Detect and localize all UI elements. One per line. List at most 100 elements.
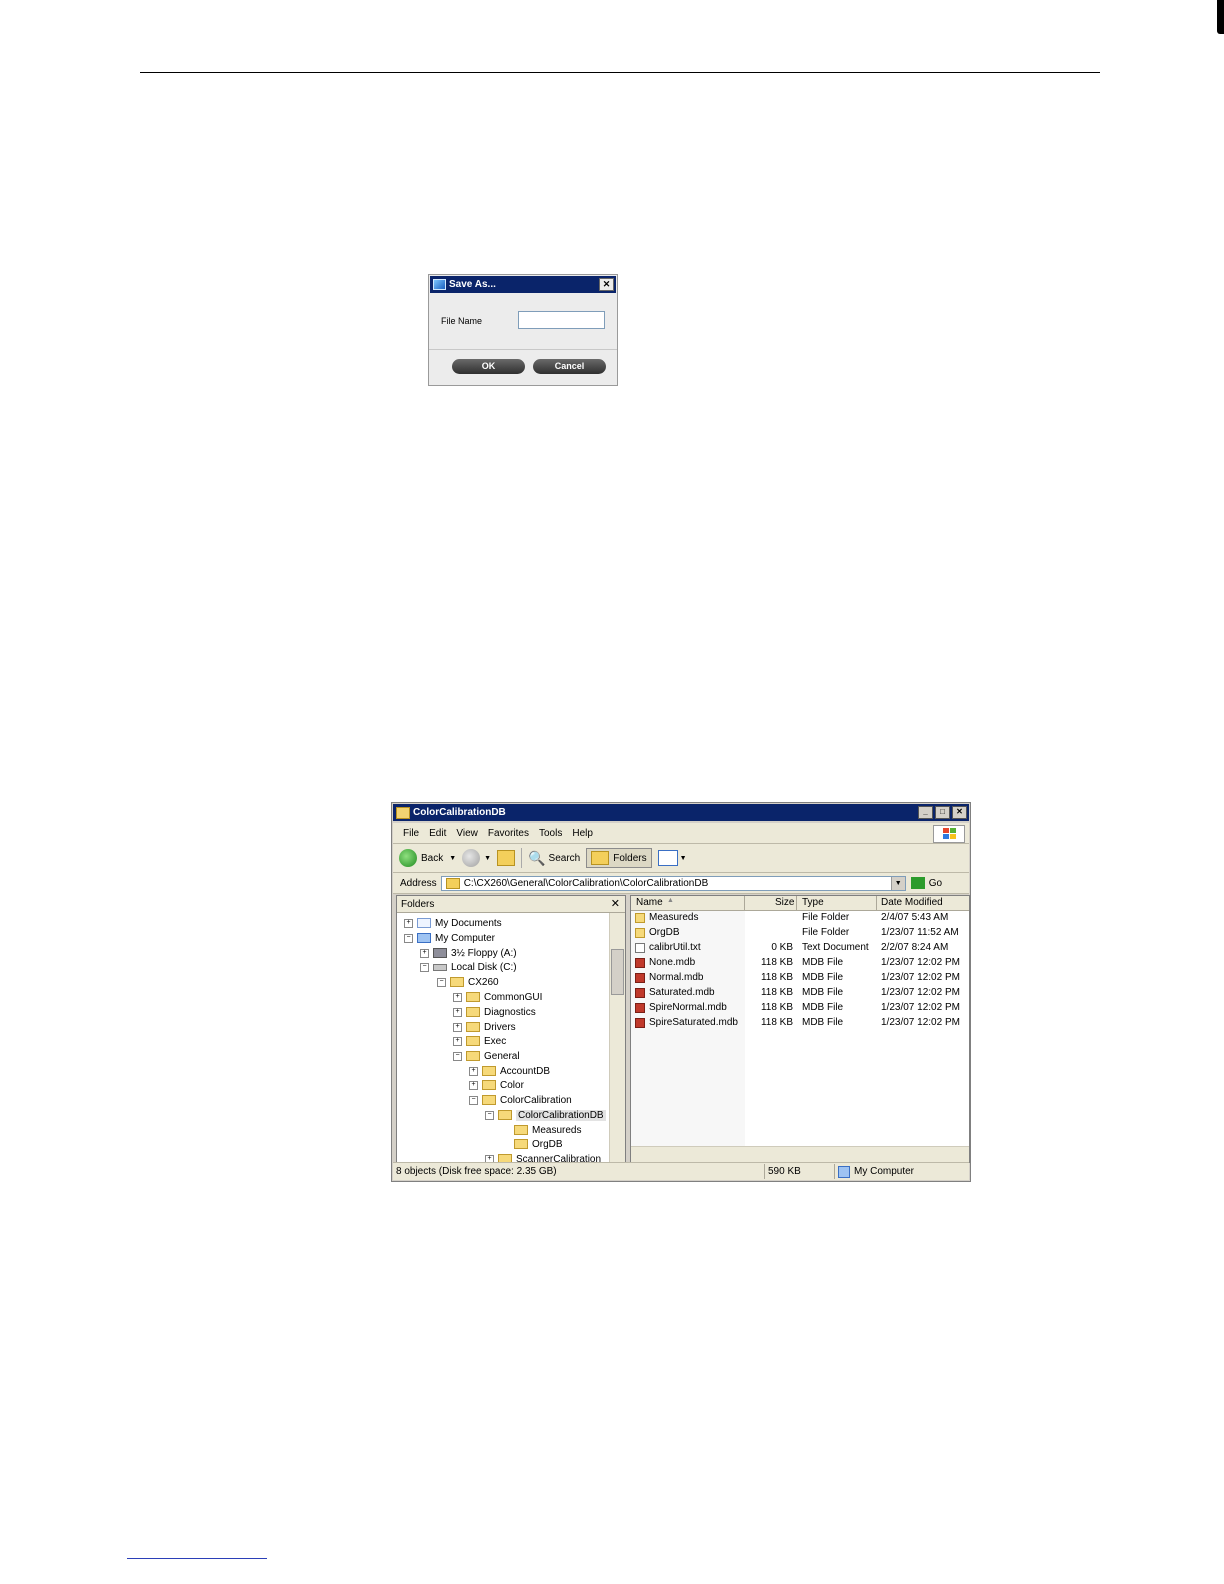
dialog-title-bar: Save As... ✕ <box>430 276 616 293</box>
up-folder-icon <box>497 850 516 866</box>
cancel-button[interactable]: Cancel <box>533 359 606 374</box>
status-location-label: My Computer <box>854 1166 915 1177</box>
file-name-label: File Name <box>441 316 483 326</box>
column-divider[interactable] <box>876 896 877 910</box>
address-input[interactable]: C:\CX260\General\ColorCalibration\ColorC… <box>440 875 906 891</box>
expander-icon[interactable]: + <box>453 1036 462 1046</box>
file-row[interactable]: Normal.mdb 118 KB MDB File 1/23/07 12:02 PM <box>631 971 969 985</box>
footer-rule <box>127 1558 267 1559</box>
close-icon[interactable]: ✕ <box>599 278 614 291</box>
menu-tools[interactable]: Tools <box>539 828 562 839</box>
expander-icon[interactable]: − <box>420 962 429 972</box>
file-row[interactable]: Measureds File Folder 2/4/07 5:43 AM <box>631 911 969 925</box>
close-icon[interactable]: ✕ <box>611 897 620 910</box>
column-divider[interactable] <box>796 896 797 910</box>
page-edge-marker <box>1217 0 1224 34</box>
expander-icon[interactable]: − <box>404 933 413 943</box>
views-button[interactable]: ▼ <box>657 850 687 866</box>
search-button[interactable]: 🔍 Search <box>528 850 580 867</box>
chevron-down-icon[interactable]: ▼ <box>484 855 491 862</box>
expander-icon[interactable]: − <box>453 1051 462 1061</box>
expander-icon[interactable]: − <box>469 1095 478 1105</box>
dialog-title: Save As... <box>449 279 496 290</box>
file-type: File Folder <box>802 927 850 938</box>
folders-button[interactable]: Folders <box>586 848 652 868</box>
tree-node[interactable]: + Diagnostics <box>453 1005 536 1019</box>
tree-node[interactable]: + Drivers <box>453 1020 516 1034</box>
tree-node[interactable]: − CX260 <box>437 975 499 989</box>
file-row[interactable]: calibrUtil.txt 0 KB Text Document 2/2/07 8:… <box>631 941 969 955</box>
menu-edit[interactable]: Edit <box>429 828 446 839</box>
mdb-file-icon <box>635 1018 645 1028</box>
file-type: Text Document <box>802 942 869 953</box>
file-name: calibrUtil.txt <box>649 942 701 953</box>
column-size[interactable]: Size <box>775 897 794 908</box>
go-button[interactable]: Go <box>910 877 942 889</box>
column-divider[interactable] <box>744 896 745 910</box>
ok-button[interactable]: OK <box>452 359 525 374</box>
explorer-window: ColorCalibrationDB _ □ ✕ File Edit View … <box>391 802 971 1182</box>
tree-node[interactable]: + Color <box>469 1078 524 1092</box>
file-name-input[interactable] <box>518 311 605 329</box>
column-type[interactable]: Type <box>802 897 824 908</box>
expander-icon[interactable]: + <box>453 992 462 1002</box>
tree-node[interactable]: − ColorCalibration <box>469 1093 572 1107</box>
file-row[interactable]: None.mdb 118 KB MDB File 1/23/07 12:02 PM <box>631 956 969 970</box>
tree-node[interactable]: − Local Disk (C:) <box>420 960 517 974</box>
expander-icon[interactable]: + <box>420 948 429 958</box>
file-list: Name ▲ Size Type Date Modified Measureds… <box>630 895 970 1163</box>
folder-icon <box>635 928 645 938</box>
menu-file[interactable]: File <box>403 828 419 839</box>
back-button[interactable]: Back ▼ <box>399 849 456 867</box>
folder-icon <box>514 1125 528 1135</box>
tree-scrollbar[interactable] <box>609 913 625 1162</box>
search-label: Search <box>548 852 581 864</box>
expander-icon[interactable]: + <box>469 1066 478 1076</box>
tree-node[interactable]: − My Computer <box>404 931 495 945</box>
list-horizontal-scrollbar[interactable] <box>631 1146 969 1162</box>
file-row[interactable]: SpireNormal.mdb 118 KB MDB File 1/23/07 12:… <box>631 1001 969 1015</box>
menu-favorites[interactable]: Favorites <box>488 828 529 839</box>
file-date: 1/23/07 12:02 PM <box>881 972 960 983</box>
file-type: MDB File <box>802 957 844 968</box>
expander-icon[interactable]: + <box>404 918 413 928</box>
chevron-down-icon[interactable]: ▼ <box>890 876 905 890</box>
tree-node[interactable]: OrgDB <box>514 1137 563 1151</box>
expander-icon[interactable]: + <box>453 1007 462 1017</box>
column-name[interactable]: Name <box>636 897 663 908</box>
folder-icon <box>482 1080 496 1090</box>
menu-help[interactable]: Help <box>572 828 593 839</box>
close-icon[interactable]: ✕ <box>952 806 967 819</box>
tree-node[interactable]: +3½ Floppy (A:) <box>420 946 517 960</box>
minimize-icon[interactable]: _ <box>918 806 933 819</box>
tree-node-label: Exec <box>484 1035 507 1047</box>
tree-node[interactable]: Measureds <box>514 1123 581 1137</box>
tree-node[interactable]: + AccountDB <box>469 1064 550 1078</box>
column-date-modified[interactable]: Date Modified <box>881 897 943 908</box>
dialog-divider <box>429 349 617 350</box>
file-name: SpireSaturated.mdb <box>649 1017 738 1028</box>
scrollbar-thumb[interactable] <box>611 949 624 995</box>
expander-icon[interactable]: − <box>485 1110 494 1120</box>
chevron-down-icon[interactable]: ▼ <box>449 855 456 862</box>
forward-button[interactable]: ▼ <box>462 849 491 867</box>
chevron-down-icon[interactable]: ▼ <box>680 855 687 862</box>
mdb-file-icon <box>635 1003 645 1013</box>
file-row[interactable]: SpireSaturated.mdb 118 KB MDB File 1/23/07 … <box>631 1016 969 1030</box>
file-row[interactable]: Saturated.mdb 118 KB MDB File 1/23/07 12:02… <box>631 986 969 1000</box>
up-folder-button[interactable] <box>497 848 523 868</box>
tree-node[interactable]: + Exec <box>453 1034 506 1048</box>
toolbar-divider <box>521 848 523 868</box>
tree-node-label: My Documents <box>435 917 502 929</box>
file-row[interactable]: OrgDB File Folder 1/23/07 11:52 AM <box>631 926 969 940</box>
status-bar: 8 objects (Disk free space: 2.35 GB) 590… <box>393 1162 969 1180</box>
menu-view[interactable]: View <box>456 828 478 839</box>
maximize-icon[interactable]: □ <box>935 806 950 819</box>
expander-icon[interactable]: + <box>453 1022 462 1032</box>
expander-icon[interactable]: − <box>437 977 446 987</box>
tree-node[interactable]: + My Documents <box>404 916 502 930</box>
expander-icon[interactable]: + <box>469 1080 478 1090</box>
tree-node[interactable]: − General <box>453 1049 520 1063</box>
tree-node-selected[interactable]: − ColorCalibrationDB <box>485 1108 606 1122</box>
tree-node[interactable]: + CommonGUI <box>453 990 542 1004</box>
